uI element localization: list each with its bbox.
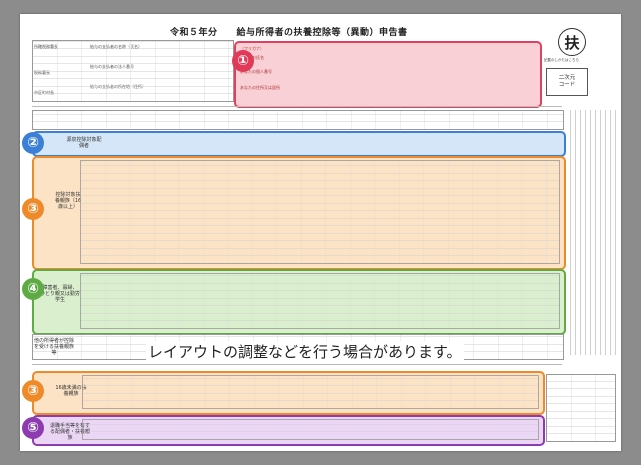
applicant-info-section[interactable]: （フリガナ） あなたの氏名 あなたの個人番号 あなたの住所又は居所 bbox=[234, 41, 542, 108]
disability-section-label: 障害者、寡婦、ひとり親又は勤労学生 bbox=[40, 285, 80, 303]
dependents-grid bbox=[80, 160, 560, 264]
spouse-section[interactable]: 源泉控除対象配偶者 bbox=[32, 131, 566, 157]
callout-1: ① bbox=[232, 50, 254, 72]
callout-4: ④ bbox=[22, 278, 44, 300]
qr-code-box: 二次元 コード bbox=[546, 68, 588, 96]
table-column-headers bbox=[32, 110, 564, 130]
tax-form-sheet: 令和５年分 給与所得者の扶養控除等（異動）申告書 扶 記載のしかたはこちら 二次… bbox=[20, 14, 621, 451]
callout-3: ③ bbox=[22, 198, 44, 220]
layout-notice: レイアウトの調整などを行う場合があります。 bbox=[146, 341, 464, 362]
payer-info-grid bbox=[32, 40, 234, 102]
divider bbox=[32, 364, 562, 365]
form-instructions-link[interactable]: 記載のしかたはこちら bbox=[544, 58, 579, 63]
other-earner-label: 他の所得者が控除を受ける扶養親族等 bbox=[34, 338, 75, 356]
dependents-section-label: 控除対象扶養親族（16歳以上） bbox=[54, 192, 82, 210]
retirement-grid bbox=[82, 419, 539, 440]
form-title: 令和５年分 給与所得者の扶養控除等（異動）申告書 bbox=[170, 28, 408, 38]
callout-5: ⑤ bbox=[22, 417, 44, 439]
side-instructions bbox=[566, 110, 618, 355]
spouse-section-label: 源泉控除対象配偶者 bbox=[66, 137, 102, 149]
applicant-address-label: あなたの住所又は居所 bbox=[240, 85, 280, 90]
form-kanji-seal: 扶 bbox=[558, 28, 586, 56]
qr-code-label: 二次元 コード bbox=[558, 75, 576, 88]
side-notes-box bbox=[546, 374, 616, 442]
under16-grid bbox=[82, 375, 539, 409]
callout-2: ② bbox=[22, 132, 44, 154]
divider bbox=[32, 106, 562, 107]
disability-grid bbox=[80, 273, 560, 329]
callout-3b: ③ bbox=[22, 380, 44, 402]
